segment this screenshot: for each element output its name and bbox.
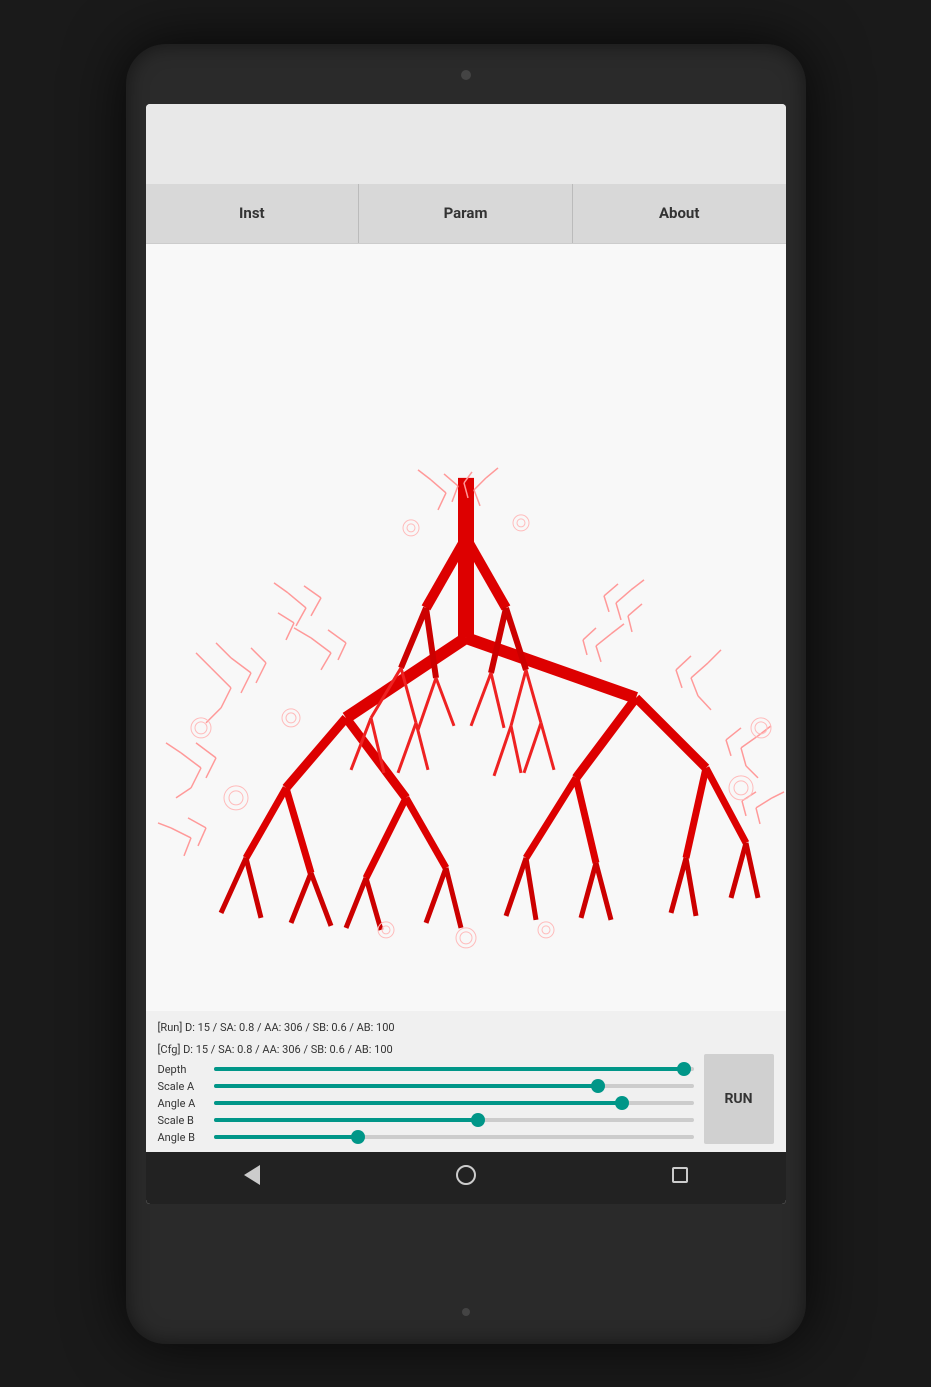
bottom-controls: [Run] D: 15 / SA: 0.8 / AA: 306 / SB: 0.…: [146, 1011, 786, 1151]
slider-fill-scale-a: [214, 1084, 598, 1088]
slider-track-scale-a[interactable]: [214, 1084, 694, 1088]
slider-label-angle-b: Angle B: [158, 1131, 206, 1144]
run-button[interactable]: RUN: [704, 1054, 774, 1144]
slider-row-depth: Depth: [158, 1063, 694, 1076]
slider-label-scale-b: Scale B: [158, 1114, 206, 1127]
slider-fill-depth: [214, 1067, 684, 1071]
back-button[interactable]: [236, 1157, 268, 1198]
recents-button[interactable]: [664, 1159, 696, 1196]
slider-fill-angle-b: [214, 1135, 358, 1139]
sliders-container: Depth Scale A Angle A: [158, 1063, 774, 1144]
slider-track-depth[interactable]: [214, 1067, 694, 1071]
slider-row-angle-b: Angle B: [158, 1131, 694, 1144]
fractal-canvas: [146, 244, 786, 1012]
slider-thumb-scale-a[interactable]: [591, 1079, 605, 1093]
tab-inst[interactable]: Inst: [146, 184, 360, 243]
slider-fill-angle-a: [214, 1101, 622, 1105]
recents-icon: [672, 1167, 688, 1183]
fractal-svg: [146, 244, 786, 1012]
slider-thumb-depth[interactable]: [677, 1062, 691, 1076]
slider-thumb-angle-a[interactable]: [615, 1096, 629, 1110]
back-icon: [244, 1165, 260, 1185]
home-button[interactable]: [448, 1157, 484, 1198]
slider-row-angle-a: Angle A: [158, 1097, 694, 1110]
tab-param[interactable]: Param: [359, 184, 573, 243]
tablet-screen: Inst Param About: [146, 104, 786, 1204]
slider-fill-scale-b: [214, 1118, 478, 1122]
tablet-device: Inst Param About: [126, 44, 806, 1344]
tab-bar: Inst Param About: [146, 184, 786, 244]
home-icon: [456, 1165, 476, 1185]
slider-track-angle-a[interactable]: [214, 1101, 694, 1105]
tablet-bottom-dot: [462, 1308, 470, 1316]
slider-thumb-scale-b[interactable]: [471, 1113, 485, 1127]
slider-track-angle-b[interactable]: [214, 1135, 694, 1139]
tablet-camera: [461, 70, 471, 80]
slider-label-scale-a: Scale A: [158, 1080, 206, 1093]
slider-track-scale-b[interactable]: [214, 1118, 694, 1122]
run-status: [Run] D: 15 / SA: 0.8 / AA: 306 / SB: 0.…: [158, 1019, 774, 1037]
slider-thumb-angle-b[interactable]: [351, 1130, 365, 1144]
tab-about[interactable]: About: [573, 184, 786, 243]
slider-row-scale-a: Scale A: [158, 1080, 694, 1093]
slider-label-angle-a: Angle A: [158, 1097, 206, 1110]
slider-label-depth: Depth: [158, 1063, 206, 1076]
android-nav-bar: [146, 1152, 786, 1204]
cfg-status: [Cfg] D: 15 / SA: 0.8 / AA: 306 / SB: 0.…: [158, 1041, 774, 1059]
status-bar: [146, 104, 786, 184]
slider-row-scale-b: Scale B: [158, 1114, 694, 1127]
